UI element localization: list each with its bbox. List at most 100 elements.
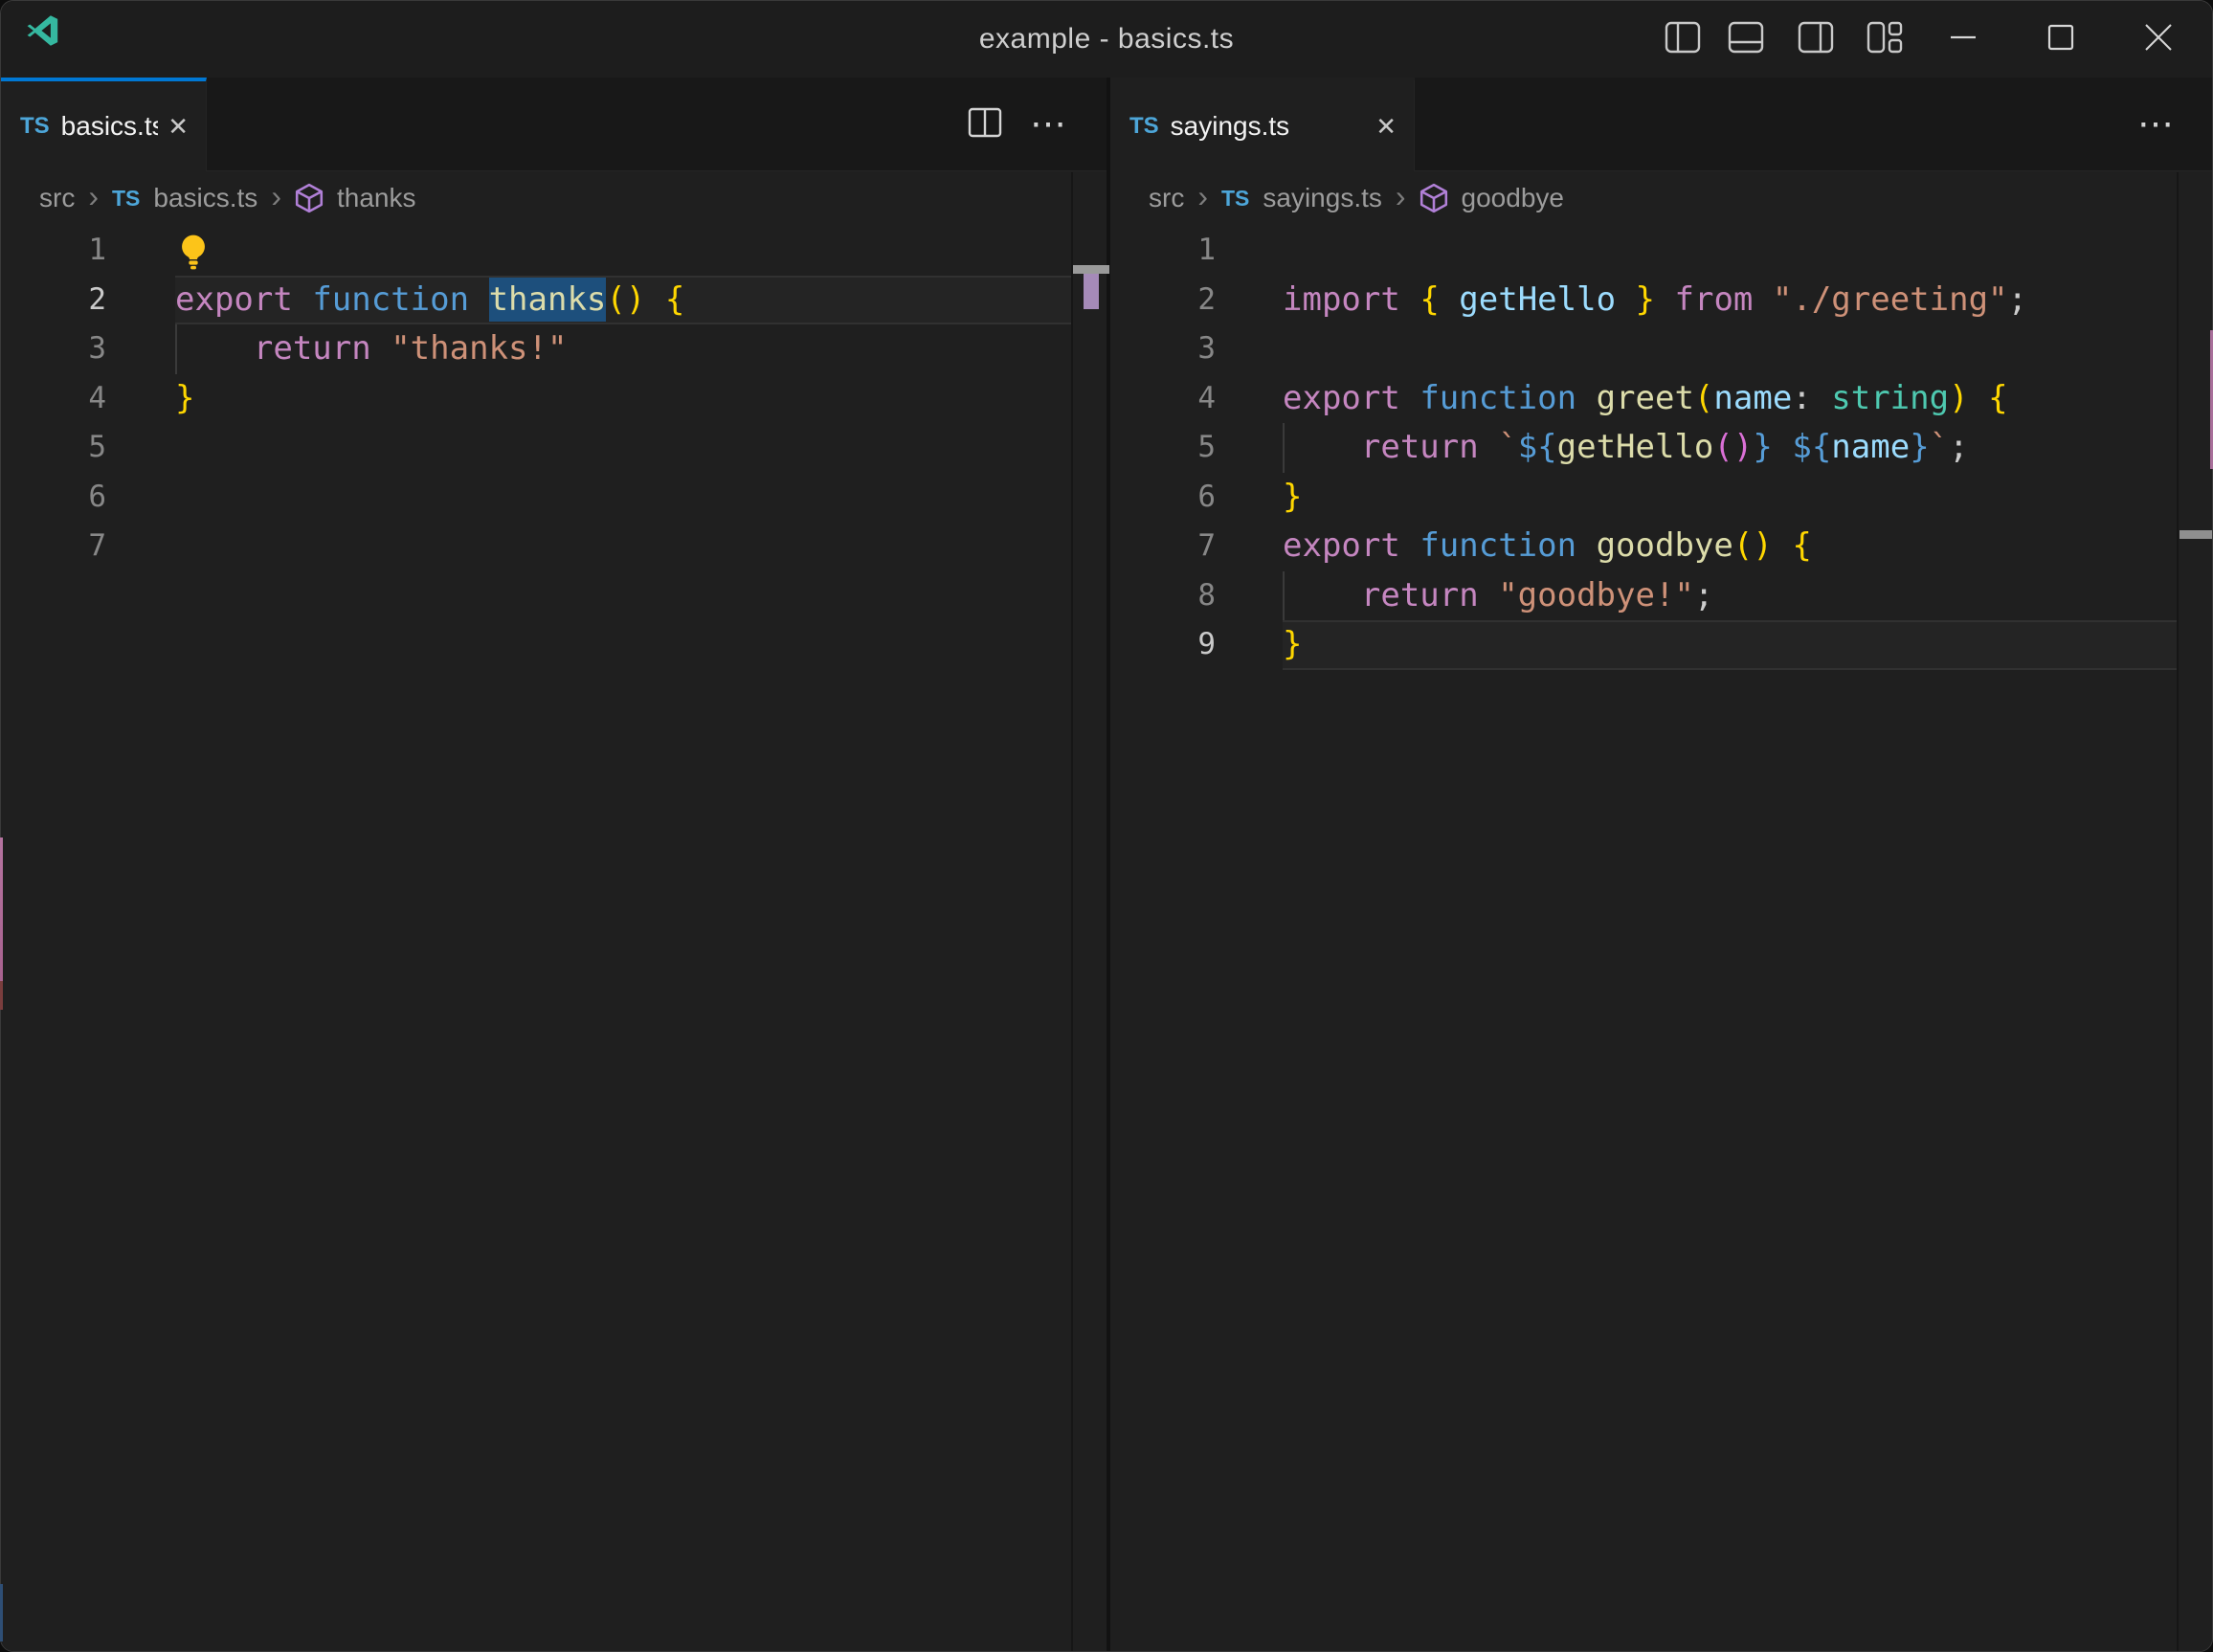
line-number[interactable]: 5 [1110, 423, 1216, 473]
line-number[interactable]: 3 [1, 324, 106, 374]
overview-ruler-marker [2179, 530, 2212, 539]
chevron-right-icon: › [1197, 181, 1208, 212]
editor-basics-ts[interactable]: 1234567 export function thanks() { retur… [1, 224, 1106, 1651]
code-line-5[interactable] [175, 423, 1071, 473]
line-number[interactable]: 3 [1110, 324, 1216, 374]
breadcrumb-item-symbol[interactable]: thanks [337, 183, 416, 213]
close-tab-icon[interactable]: ✕ [1375, 114, 1397, 139]
breadcrumb-item-symbol[interactable]: goodbye [1462, 183, 1564, 213]
close-window-button[interactable] [2137, 11, 2179, 64]
code-line-8[interactable]: return "goodbye!"; [1283, 571, 2177, 621]
code-token [1400, 526, 1419, 565]
line-number[interactable]: 8 [1110, 571, 1216, 621]
line-number[interactable]: 2 [1, 276, 106, 325]
code-line-4[interactable]: export function greet(name: string) { [1283, 374, 2177, 424]
code-token [1283, 576, 1361, 614]
breadcrumb: src › TS basics.ts › thanks [1, 172, 1106, 224]
code-token [1479, 428, 1498, 466]
code-token: "goodbye!" [1498, 576, 1694, 614]
code-token [1773, 526, 1792, 565]
typescript-file-icon: TS [112, 186, 140, 212]
editor-group-divider[interactable] [1106, 78, 1110, 1651]
code-line-1[interactable] [175, 226, 1071, 276]
code-token: ` [1498, 428, 1517, 466]
breadcrumb-item-src[interactable]: src [39, 183, 75, 213]
more-actions-icon[interactable]: ⋯ [2137, 106, 2176, 143]
code-line-2[interactable]: import { getHello } from "./greeting"; [1283, 276, 2177, 325]
code-content[interactable]: export function thanks() { return "thank… [175, 226, 1071, 571]
line-number[interactable]: 7 [1110, 522, 1216, 571]
code-token: function [1419, 526, 1576, 565]
breadcrumb-item-file[interactable]: sayings.ts [1263, 183, 1382, 213]
maximize-button[interactable] [2040, 11, 2082, 64]
toggle-primary-sidebar-icon[interactable] [1662, 11, 1704, 64]
code-token [293, 280, 312, 319]
typescript-file-icon: TS [1221, 186, 1249, 212]
code-line-4[interactable]: } [175, 374, 1071, 424]
breadcrumb: src › TS sayings.ts › goodbye [1110, 172, 2213, 224]
line-number[interactable]: 7 [1, 522, 106, 571]
chevron-right-icon: › [271, 181, 281, 212]
lightbulb-icon[interactable] [177, 233, 210, 271]
code-line-5[interactable]: return `${getHello()} ${name}`; [1283, 423, 2177, 473]
line-number[interactable]: 9 [1110, 620, 1216, 670]
code-token: export [1283, 379, 1400, 417]
code-token: greet [1597, 379, 1694, 417]
code-token: return [1361, 428, 1479, 466]
code-token: ( [1713, 428, 1732, 466]
code-token [175, 329, 254, 368]
minimize-button[interactable] [1942, 11, 1984, 64]
code-line-6[interactable]: } [1283, 473, 2177, 523]
code-token: string [1831, 379, 1949, 417]
tabstrip-left: TS basics.ts ✕ ⋯ [1, 78, 1106, 171]
editor-group-left: TS basics.ts ✕ ⋯ src › TS basics.ts › th… [1, 78, 1106, 1651]
code-line-6[interactable] [175, 473, 1071, 523]
code-line-3[interactable] [1283, 324, 2177, 374]
toggle-panel-icon[interactable] [1725, 11, 1767, 64]
tab-label: sayings.ts [1171, 111, 1290, 142]
code-token: ( [1694, 379, 1713, 417]
tab-basics-ts[interactable]: TS basics.ts ✕ [1, 78, 207, 171]
code-token: import [1283, 280, 1400, 319]
customize-layout-icon[interactable] [1864, 11, 1906, 64]
screen-edge-artifact [0, 981, 3, 1010]
code-line-1[interactable] [1283, 226, 2177, 276]
more-actions-icon[interactable]: ⋯ [1030, 106, 1068, 143]
typescript-file-icon: TS [20, 113, 50, 140]
line-number[interactable]: 2 [1110, 276, 1216, 325]
code-token [1479, 576, 1498, 614]
toggle-secondary-sidebar-icon[interactable] [1795, 11, 1837, 64]
code-token [1440, 280, 1459, 319]
drag-text-artifact [1084, 274, 1099, 309]
line-number[interactable]: 4 [1, 374, 106, 424]
tab-sayings-ts[interactable]: TS sayings.ts ✕ [1110, 78, 1415, 171]
code-token [1283, 428, 1361, 466]
line-number-gutter: 1234567 [1, 226, 106, 571]
line-number[interactable]: 6 [1110, 473, 1216, 523]
line-number[interactable]: 4 [1110, 374, 1216, 424]
code-token [1753, 280, 1772, 319]
breadcrumb-item-src[interactable]: src [1149, 183, 1184, 213]
code-content[interactable]: import { getHello } from "./greeting"; ex… [1283, 226, 2177, 670]
code-line-7[interactable]: export function goodbye() { [1283, 522, 2177, 571]
screen-edge-artifact [0, 1584, 3, 1641]
breadcrumb-item-file[interactable]: basics.ts [153, 183, 257, 213]
line-number[interactable]: 6 [1, 473, 106, 523]
line-number[interactable]: 1 [1, 226, 106, 276]
editor-sayings-ts[interactable]: 123456789 import { getHello } from "./gr… [1110, 224, 2213, 1651]
code-token: export [1283, 526, 1400, 565]
chevron-right-icon: › [1396, 181, 1406, 212]
code-token: ; [1694, 576, 1713, 614]
code-line-3[interactable]: return "thanks!" [175, 324, 1071, 374]
code-token [1812, 379, 1831, 417]
code-token: ( [606, 280, 625, 319]
split-editor-icon[interactable] [967, 106, 1003, 144]
line-number[interactable]: 5 [1, 423, 106, 473]
line-number[interactable]: 1 [1110, 226, 1216, 276]
code-line-2[interactable]: export function thanks() { [175, 276, 1071, 325]
code-line-7[interactable] [175, 522, 1071, 571]
code-token: return [1361, 576, 1479, 614]
code-line-9[interactable]: } [1283, 620, 2177, 670]
close-tab-icon[interactable]: ✕ [168, 114, 189, 139]
code-token: ) [1949, 379, 1968, 417]
